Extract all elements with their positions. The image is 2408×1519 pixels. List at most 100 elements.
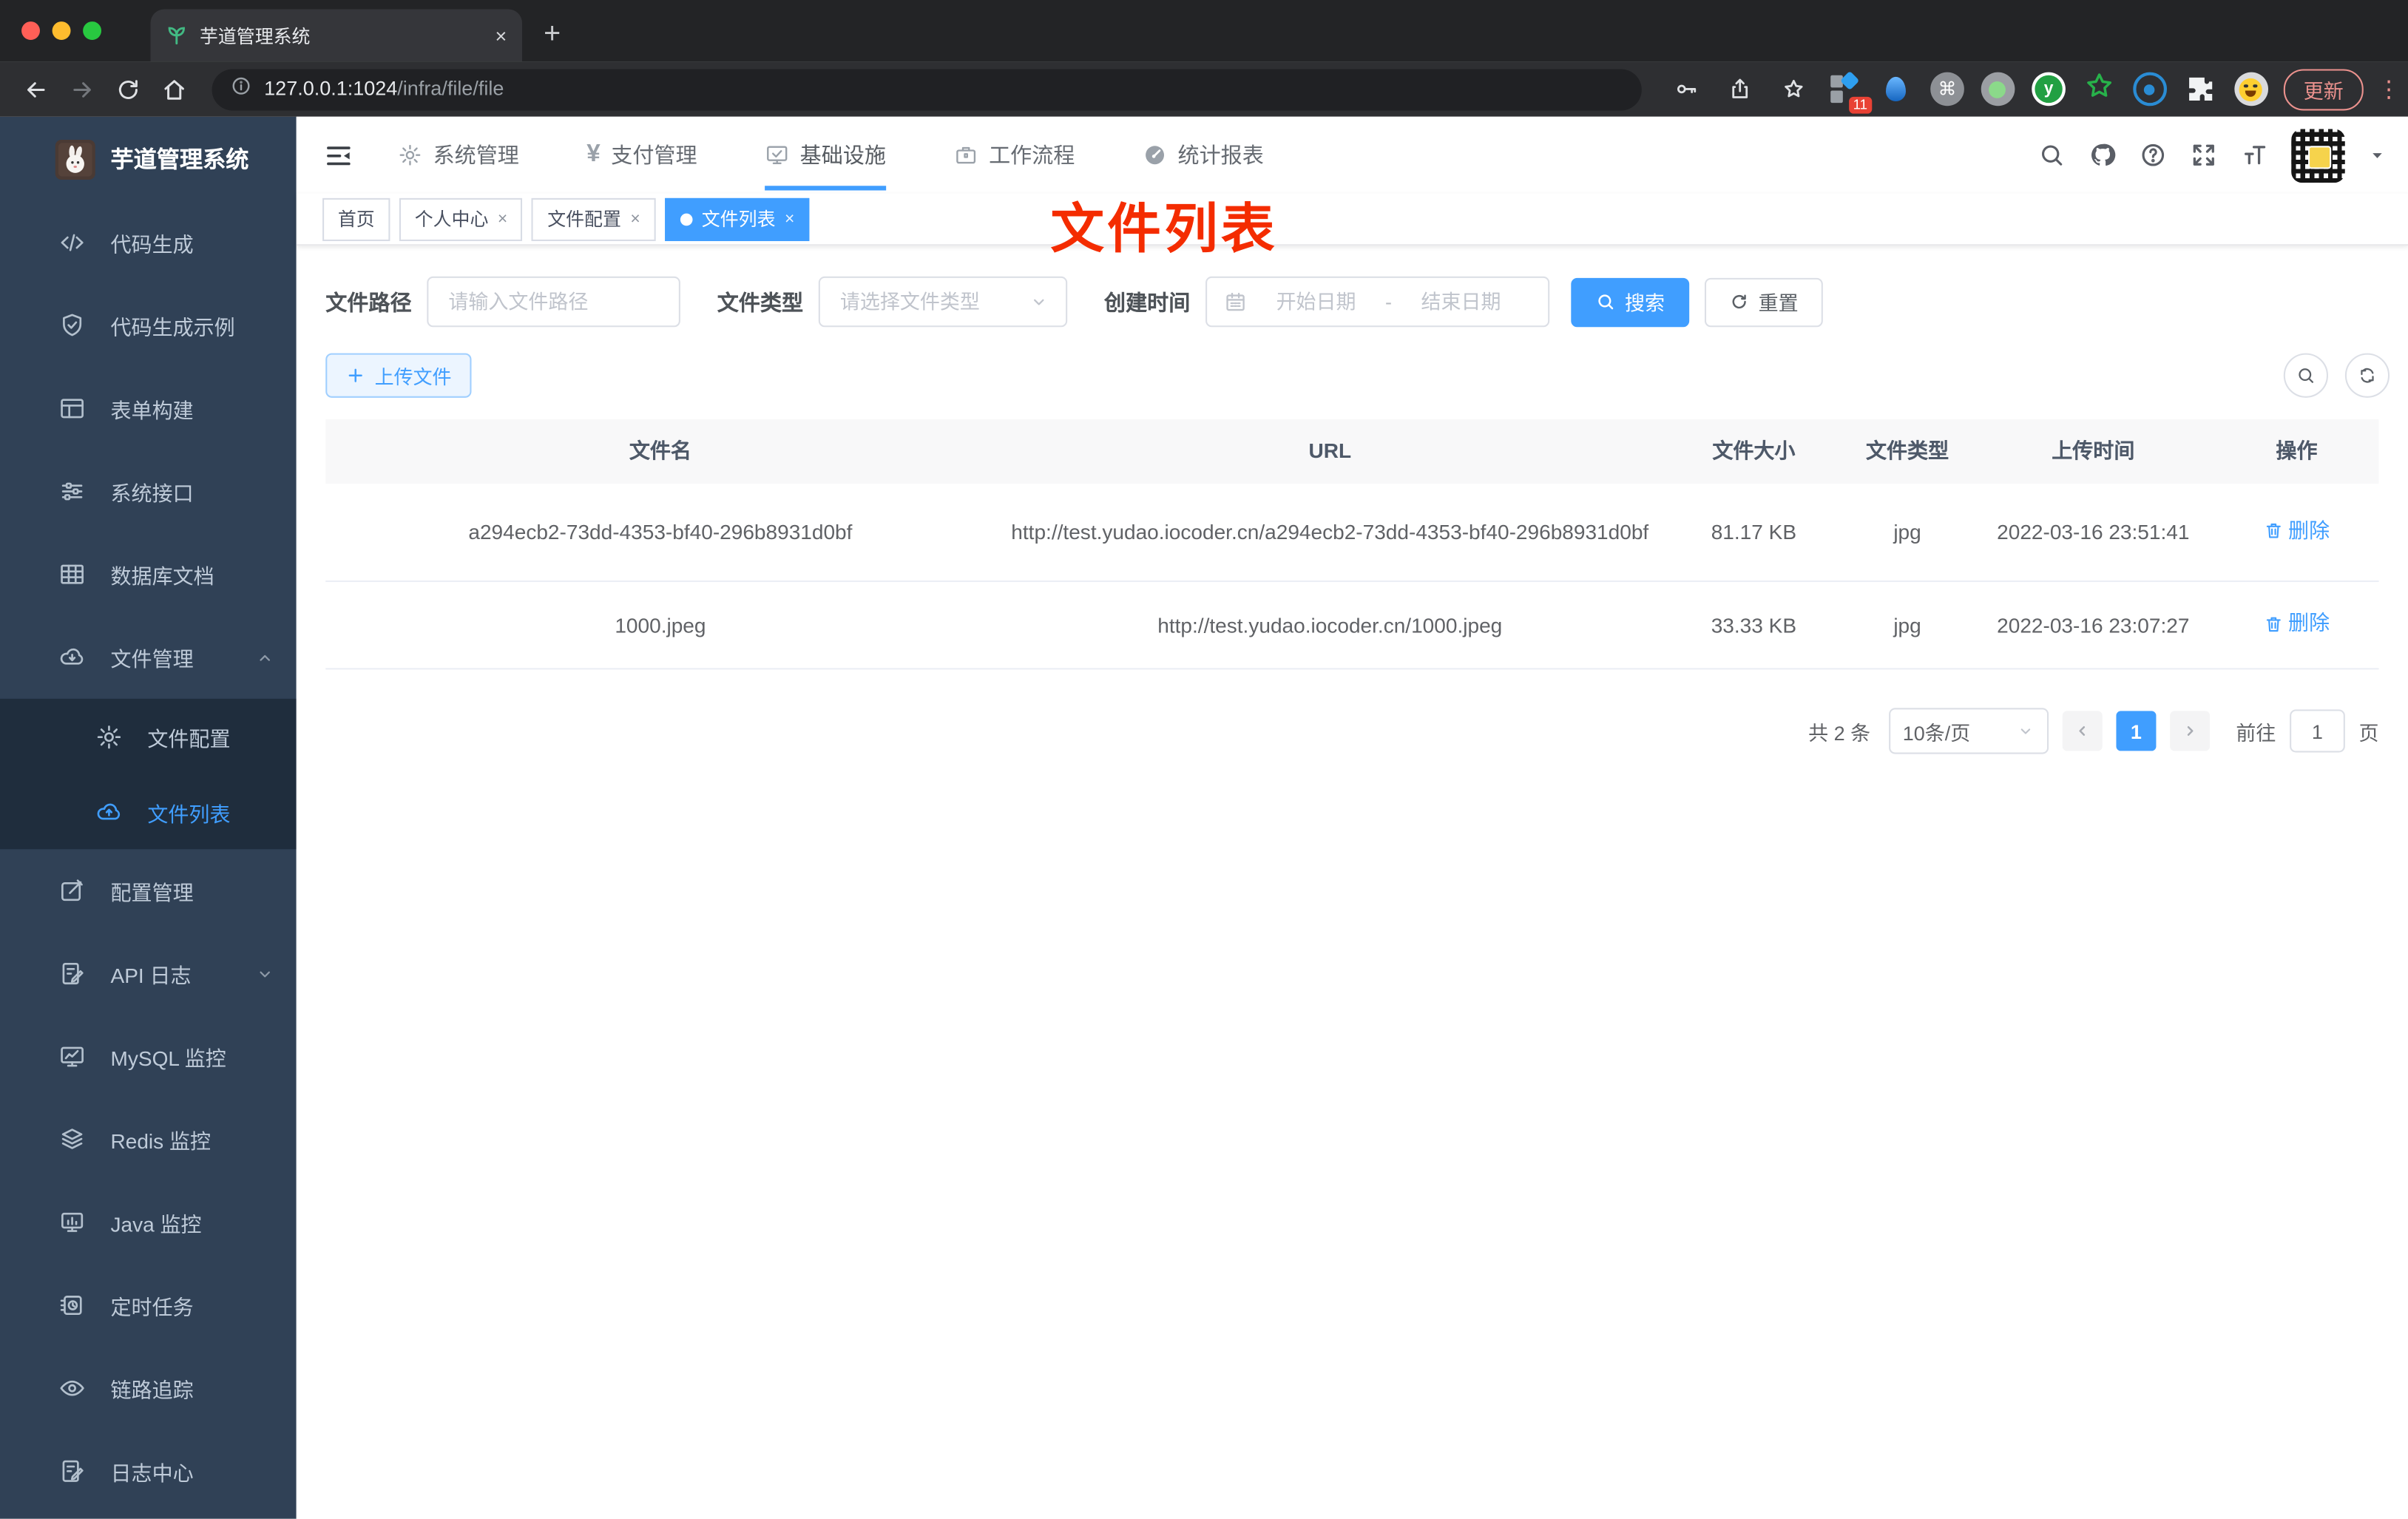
page-number-button[interactable]: 1: [2116, 711, 2157, 752]
sidebar-item-定时任务[interactable]: 定时任务: [0, 1264, 297, 1347]
nav-item-统计报表[interactable]: 统计报表: [1143, 117, 1264, 194]
close-window-button[interactable]: [21, 21, 40, 40]
nav-item-工作流程[interactable]: 工作流程: [953, 117, 1075, 194]
next-page-button[interactable]: [2170, 711, 2211, 752]
sidebar-item-文件配置[interactable]: 文件配置: [0, 699, 297, 774]
column-header: 文件大小: [1712, 439, 1796, 463]
bookmark-star-icon[interactable]: [1773, 69, 1813, 109]
nav-item-支付管理[interactable]: ¥ 支付管理: [586, 117, 697, 194]
file-path-input[interactable]: [445, 288, 662, 315]
page-size-select[interactable]: 10条/页: [1889, 708, 2049, 755]
doc-edit-icon: [58, 1458, 86, 1485]
help-icon[interactable]: [2140, 141, 2167, 169]
minimize-window-button[interactable]: [52, 21, 71, 40]
zoom-window-button[interactable]: [83, 21, 102, 40]
sidebar-item-API 日志[interactable]: API 日志: [0, 932, 297, 1015]
app-title: 芋道管理系统: [110, 147, 249, 174]
share-icon[interactable]: [1720, 69, 1760, 109]
font-size-icon[interactable]: [2241, 141, 2268, 169]
prev-page-button[interactable]: [2062, 711, 2103, 752]
url-host: 127.0.0.1:1024: [264, 76, 398, 100]
refresh-icon[interactable]: [2344, 353, 2390, 398]
tag-文件列表[interactable]: 文件列表 ×: [664, 197, 811, 240]
app-logo[interactable]: 芋道管理系统: [0, 117, 297, 201]
cell-type: jpg: [1893, 520, 1921, 544]
address-bar[interactable]: 127.0.0.1:1024/infra/file/file: [212, 68, 1642, 110]
password-key-icon[interactable]: [1666, 69, 1706, 109]
tag-文件配置[interactable]: 文件配置 ×: [532, 197, 656, 240]
sidebar-item-配置管理[interactable]: 配置管理: [0, 849, 297, 932]
gear-icon: [398, 143, 422, 167]
user-avatar-qr[interactable]: [2291, 128, 2345, 183]
tag-个人中心[interactable]: 个人中心 ×: [399, 197, 523, 240]
collapse-sidebar-icon[interactable]: [312, 129, 365, 181]
new-tab-button[interactable]: +: [544, 18, 561, 53]
command-icon[interactable]: ⌘: [1929, 71, 1966, 108]
edit-square-icon: [58, 877, 86, 904]
db-grid-icon: [58, 561, 86, 588]
trash-icon: [2264, 614, 2284, 634]
home-icon[interactable]: [154, 69, 194, 109]
favicon-sprout-icon: [166, 24, 187, 46]
header-actions: [2038, 128, 2387, 183]
cell-size: 81.17 KB: [1711, 520, 1797, 544]
date-end-input[interactable]: [1402, 288, 1520, 315]
date-range-picker[interactable]: -: [1205, 276, 1550, 328]
back-icon[interactable]: [16, 69, 55, 109]
blue-eye-icon[interactable]: [2131, 71, 2168, 108]
sidebar-item-表单构建[interactable]: 表单构建: [0, 367, 297, 450]
search-icon[interactable]: [2038, 141, 2066, 169]
nav-item-系统管理[interactable]: 系统管理: [398, 117, 519, 194]
fullscreen-icon[interactable]: [2190, 141, 2217, 169]
record-dot-icon[interactable]: [1980, 71, 2017, 108]
browser-tab[interactable]: 芋道管理系统 ×: [150, 9, 523, 62]
sidebar-item-代码生成[interactable]: 代码生成: [0, 201, 297, 284]
delete-button[interactable]: 删除: [2264, 607, 2330, 640]
show-search-icon[interactable]: [2283, 353, 2329, 398]
chevron-down-icon: [2016, 723, 2035, 741]
gear-icon: [95, 723, 123, 750]
forward-icon[interactable]: [61, 69, 101, 109]
browser-tab-title: 芋道管理系统: [199, 25, 311, 47]
balloon-icon[interactable]: [1878, 71, 1915, 108]
search-button[interactable]: 搜索: [1571, 277, 1690, 327]
annotation-text: 文件列表: [1050, 199, 1278, 260]
date-start-input[interactable]: [1257, 288, 1375, 315]
chevron-down-icon[interactable]: [2368, 146, 2387, 164]
column-header: URL: [1308, 439, 1352, 463]
delete-button[interactable]: 删除: [2264, 514, 2330, 547]
file-type-select-input[interactable]: [836, 288, 1018, 315]
goto-page-input[interactable]: [2290, 710, 2345, 754]
sidebar-item-MySQL 监控[interactable]: MySQL 监控: [0, 1015, 297, 1098]
sidebar-item-系统接口[interactable]: 系统接口: [0, 450, 297, 532]
close-icon[interactable]: ×: [498, 209, 507, 228]
nav-item-基础设施[interactable]: 基础设施: [764, 117, 886, 194]
site-info-icon[interactable]: [230, 75, 251, 104]
github-icon[interactable]: [2089, 141, 2116, 169]
emoji-icon[interactable]: [2233, 71, 2270, 108]
browser-menu-icon[interactable]: ⋮: [2377, 78, 2400, 101]
green-star-icon[interactable]: [2081, 71, 2118, 108]
window-controls[interactable]: [0, 0, 123, 61]
pin-badge-icon[interactable]: 11: [1827, 70, 1873, 114]
close-icon[interactable]: ×: [785, 209, 794, 228]
close-icon[interactable]: ×: [630, 209, 640, 228]
sidebar-item-文件列表[interactable]: 文件列表: [0, 774, 297, 850]
update-button[interactable]: 更新: [2283, 68, 2364, 110]
file-type-select[interactable]: [818, 276, 1068, 328]
sidebar-item-链路追踪[interactable]: 链路追踪: [0, 1347, 297, 1430]
y-circle-icon[interactable]: y: [2030, 71, 2067, 108]
tag-首页[interactable]: 首页: [322, 197, 390, 240]
reload-icon[interactable]: [107, 69, 147, 109]
sidebar-item-文件管理[interactable]: 文件管理: [0, 616, 297, 699]
sidebar-item-日志中心[interactable]: 日志中心: [0, 1430, 297, 1512]
sidebar-item-数据库文档[interactable]: 数据库文档: [0, 533, 297, 616]
reset-button[interactable]: 重置: [1704, 277, 1823, 327]
puzzle-icon[interactable]: [2182, 71, 2219, 108]
tab-close-icon[interactable]: ×: [495, 24, 507, 47]
sidebar-item-Redis 监控[interactable]: Redis 监控: [0, 1098, 297, 1181]
cell-name: a294ecb2-73dd-4353-bf40-296b8931d0bf: [468, 520, 853, 544]
sidebar-item-代码生成示例[interactable]: 代码生成示例: [0, 284, 297, 367]
sidebar-item-Java 监控[interactable]: Java 监控: [0, 1181, 297, 1264]
upload-file-button[interactable]: 上传文件: [325, 353, 472, 398]
